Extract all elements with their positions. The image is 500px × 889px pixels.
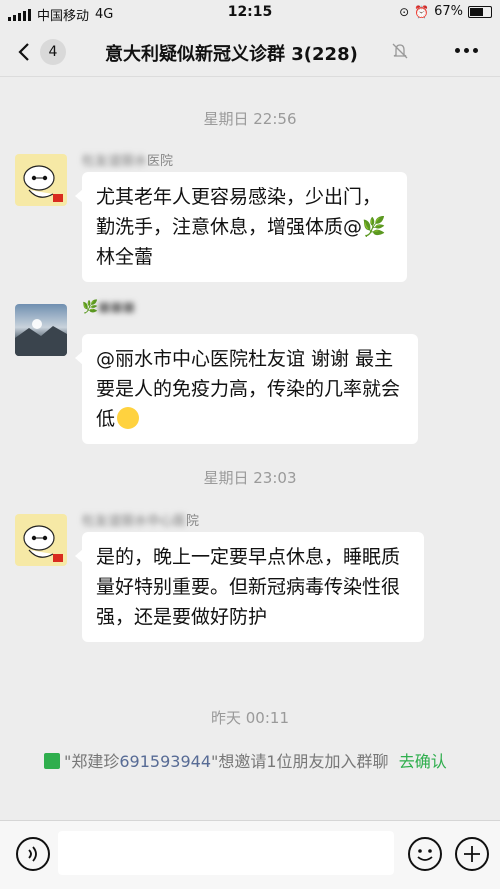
leaf-emoji-icon: 🌿 [82, 300, 99, 315]
baymax-avatar-icon [23, 525, 63, 562]
timestamp: 星期日 23:03 [203, 469, 297, 487]
emoji-icon [417, 849, 433, 861]
message-bubble[interactable]: 尤其老年人更容易感染，少出门，勤洗手，注意休息，增强体质@🌿 林全蕾 [75, 172, 407, 282]
avatar[interactable] [15, 304, 67, 356]
mention-name: 林全蕾 [96, 246, 154, 268]
unread-count-badge: 4 [40, 39, 66, 65]
sender-name: 杜友谊丽水医院 [82, 154, 174, 169]
message-input[interactable] [58, 831, 394, 875]
leaf-emoji-icon: 🌿 [362, 216, 386, 238]
plus-icon [464, 846, 480, 862]
chat-header: 4 意大利疑似新冠义诊群 3(228) [0, 26, 500, 77]
message-bubble[interactable]: @丽水市中心医院杜友谊 谢谢 最主要是人的免疫力高，传染的几率就会低 [75, 334, 418, 444]
emoji-button[interactable] [408, 837, 442, 871]
message-text: 尤其老年人更容易感染，少出门，勤洗手，注意休息，增强体质@ [96, 186, 382, 238]
more-actions-button[interactable] [455, 837, 489, 871]
battery-fill [470, 7, 484, 16]
message-bubble[interactable]: 是的，晚上一定要早点休息，睡眠质量好特别重要。但新冠病毒传染性很强，还是要做好防… [75, 532, 424, 642]
avatar[interactable] [15, 514, 67, 566]
more-options-button[interactable] [455, 48, 478, 53]
avatar[interactable] [15, 154, 67, 206]
rotation-lock-icon: ⊙ [399, 4, 410, 19]
timestamp: 昨天 00:11 [211, 709, 289, 727]
chat-title[interactable]: 意大利疑似新冠义诊群 3(228) [105, 40, 358, 66]
alarm-icon: ⏰ [414, 4, 430, 19]
status-bar: 中国移动 4G 12:15 ⊙ ⏰ 67% [0, 0, 500, 26]
smile-emoji-icon [117, 407, 140, 429]
battery-icon [468, 5, 492, 18]
landscape-avatar-icon [15, 319, 67, 356]
add-friend-icon [44, 753, 60, 769]
confirm-link[interactable]: 去确认 [399, 752, 447, 771]
chevron-left-icon [18, 43, 29, 61]
message-text: @丽水市中心医院杜友谊 谢谢 最主要是人的免疫力高，传染的几率就会低 [96, 348, 401, 430]
mute-bell-icon [392, 43, 408, 59]
sender-name: 杜友谊丽水中心医院 [82, 514, 200, 529]
battery-label: 67% [434, 4, 463, 19]
inviter-id-link[interactable]: 691593944 [119, 752, 211, 771]
voice-icon [28, 846, 37, 862]
back-button[interactable]: 4 [18, 38, 74, 66]
input-bar [0, 820, 500, 889]
timestamp: 星期日 22:56 [203, 110, 297, 128]
system-message: "郑建珍691593944"想邀请1位朋友加入群聊 去确认 [44, 749, 464, 775]
voice-input-button[interactable] [16, 837, 50, 871]
sender-name: 🌿■■■ [82, 300, 136, 315]
message-text: 是的，晚上一定要早点休息，睡眠质量好特别重要。但新冠病毒传染性很强，还是要做好防… [96, 546, 401, 628]
baymax-avatar-icon [23, 165, 63, 202]
